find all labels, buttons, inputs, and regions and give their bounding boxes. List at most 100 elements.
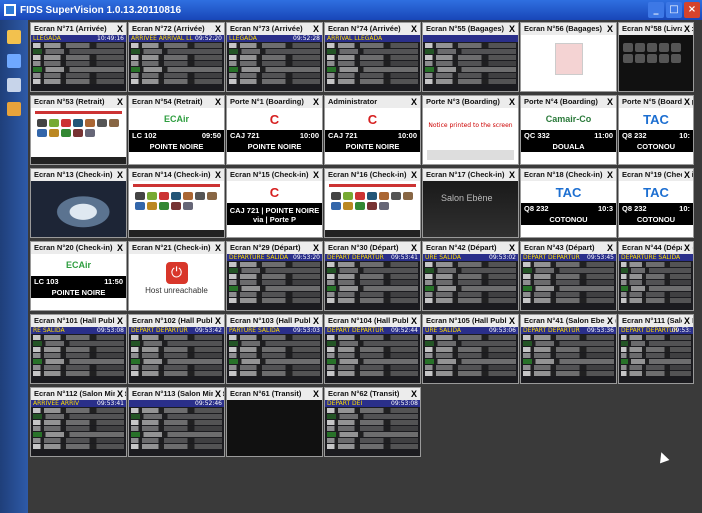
close-icon[interactable]: X — [409, 389, 419, 399]
close-icon[interactable]: X — [115, 24, 125, 34]
close-icon[interactable]: X — [115, 243, 125, 253]
screen-tile[interactable]: Porte N°3 (Boarding) X Notice printed to t… — [422, 95, 519, 165]
screen-tile[interactable]: Porte N°5 (Boarding) X TAC Q8 232 10: COTONOU — [618, 95, 694, 165]
screen-tile[interactable]: Ecran N°53 (Retrait) X — [30, 95, 127, 165]
baggage-icon — [171, 192, 181, 200]
screen-tile[interactable]: Ecran N°102 (Hall Public - C X DEPART DEPA… — [128, 314, 225, 384]
close-icon[interactable]: X — [507, 243, 517, 253]
close-icon[interactable]: X — [605, 243, 615, 253]
board-title: PARTURE SALIDA — [229, 327, 280, 334]
screen-tile[interactable]: Ecran N°101 (Hall Public - C X RE SALIDA 09… — [30, 314, 127, 384]
close-icon[interactable]: X — [682, 97, 692, 107]
screen-tile[interactable]: Ecran N°54 (Retrait) X ECAir LC 102 09:50 POI… — [128, 95, 225, 165]
screen-tile[interactable]: Porte N°1 (Boarding) X C CAJ 721 10:00 POINTE… — [226, 95, 323, 165]
footer-bar — [129, 230, 224, 237]
screen-tile[interactable]: Ecran N°41 (Salon Ebene) X DEPART DEPARTUR… — [520, 314, 617, 384]
close-icon[interactable]: X — [507, 170, 517, 180]
screen-tile[interactable]: Ecran N°42 (Départ) X URE SALIDA 09:53:02 — [422, 241, 519, 311]
close-icon[interactable]: X — [115, 170, 125, 180]
screen-tile[interactable]: Ecran N°29 (Départ) X DEPARTURE SALIDA 09:5… — [226, 241, 323, 311]
folder-icon[interactable] — [7, 30, 21, 44]
close-icon[interactable]: X — [605, 316, 615, 326]
flight-number: QC 332 — [524, 131, 550, 140]
tools-icon[interactable] — [7, 78, 21, 92]
screen-tile[interactable]: Porte N°4 (Boarding) X Camair-Co QC 332 11:0… — [520, 95, 617, 165]
screen-tile[interactable]: Ecran N°112 (Salon Ministe X ARRIVEE ARRIV… — [30, 387, 127, 457]
close-icon[interactable]: X — [311, 316, 321, 326]
screen-tile[interactable]: Ecran N°13 (Check-in) X — [30, 168, 127, 238]
screen-tile[interactable]: Ecran N°72 (Arrivée) X ARRIVEE ARRIVAL LL 0… — [128, 22, 225, 92]
tile-title-text: Ecran N°103 (Hall Public - C — [230, 316, 322, 325]
screen-tile[interactable]: Ecran N°103 (Hall Public - C X PARTURE SAL… — [226, 314, 323, 384]
close-icon[interactable]: X — [507, 97, 517, 107]
board-header: DEPART DEPARTUR 09:53:45 — [521, 254, 616, 261]
board-row — [327, 347, 418, 352]
flight-strip: Q8 232 10:3 COTONOU — [521, 203, 616, 225]
pencil-icon[interactable] — [7, 102, 21, 116]
close-icon[interactable]: X — [682, 170, 692, 180]
close-icon[interactable]: X — [682, 316, 692, 326]
close-window-button[interactable]: × — [684, 2, 700, 18]
board-row — [33, 67, 124, 72]
close-icon[interactable]: X — [311, 97, 321, 107]
close-icon[interactable]: X — [311, 243, 321, 253]
close-icon[interactable]: X — [213, 316, 223, 326]
close-icon[interactable]: X — [115, 316, 125, 326]
screen-tile[interactable]: Ecran N°18 (Check-in) X TAC Q8 232 10:3 COTON… — [520, 168, 617, 238]
close-icon[interactable]: X — [311, 170, 321, 180]
screen-tile[interactable]: Ecran N°105 (Hall Public - C X URE SALIDA 0… — [422, 314, 519, 384]
screen-tile[interactable]: Ecran N°17 (Check-in) X Salon Ebène — [422, 168, 519, 238]
screen-tile[interactable]: Ecran N°15 (Check-in) X C CAJ 721 | POINTE … — [226, 168, 323, 238]
tile-title: Ecran N°111 (Salon MinisteX — [619, 315, 693, 327]
screen-tile[interactable]: Ecran N°58 (Livraison)X — [618, 22, 694, 92]
screen-tile[interactable]: Ecran N°55 (Bagages) X — [422, 22, 519, 92]
screen-tile[interactable]: Ecran N°104 (Hall Public - C X DEPART DEPA… — [324, 314, 421, 384]
screen-tile[interactable]: Ecran N°43 (Départ) X DEPART DEPARTUR 09:53… — [520, 241, 617, 311]
close-icon[interactable]: X — [213, 97, 223, 107]
close-icon[interactable]: X — [311, 389, 321, 399]
maximize-button[interactable]: □ — [666, 2, 682, 18]
screen-tile[interactable]: Administrator X C CAJ 721 10:00 POINTE NOIRE — [324, 95, 421, 165]
screen-tile[interactable]: Ecran N°74 (Arrivée) X ARRIVAL LLEGADA — [324, 22, 421, 92]
close-icon[interactable]: X — [605, 24, 615, 34]
screen-tile[interactable]: Ecran N°71 (Arrivée) X LLEGADA 10:49:16 — [30, 22, 127, 92]
close-icon[interactable]: X — [213, 24, 223, 34]
tile-preview: TAC Q8 232 10:3 COTONOU — [521, 181, 616, 237]
close-icon[interactable]: X — [115, 389, 125, 399]
screen-tile[interactable]: Ecran N°44 (Départ) X DEPARTURE SALIDA — [618, 241, 694, 311]
screen-tile[interactable]: Ecran N°16 (Check-in) X — [324, 168, 421, 238]
close-icon[interactable]: X — [409, 97, 419, 107]
close-icon[interactable]: X — [409, 24, 419, 34]
screen-tile[interactable]: Ecran N°19 (Check-in) X TAC Q8 232 10: COTONO… — [618, 168, 694, 238]
baggage-icon — [159, 202, 169, 210]
close-icon[interactable]: X — [213, 389, 223, 399]
screen-tile[interactable]: Ecran N°113 (Salon Ministe X 09:52:46 — [128, 387, 225, 457]
close-icon[interactable]: X — [605, 170, 615, 180]
screen-tile[interactable]: Ecran N°30 (Départ) X DEPART DEPARTUR 09:53… — [324, 241, 421, 311]
close-icon[interactable]: X — [213, 170, 223, 180]
close-icon[interactable]: X — [409, 316, 419, 326]
board-row — [33, 365, 124, 370]
close-icon[interactable]: X — [682, 243, 692, 253]
close-icon[interactable]: X — [213, 243, 223, 253]
monitor-icon[interactable] — [7, 54, 21, 68]
close-icon[interactable]: X — [409, 243, 419, 253]
close-icon[interactable]: X — [311, 24, 321, 34]
screen-tile[interactable]: Ecran N°62 (Transit) X DEPART DEI 09:53:08 — [324, 387, 421, 457]
screen-tile[interactable]: Ecran N°61 (Transit) X — [226, 387, 323, 457]
close-icon[interactable]: X — [409, 170, 419, 180]
minimize-button[interactable]: _ — [648, 2, 664, 18]
screen-tile[interactable]: Ecran N°20 (Check-in) X ECAir LC 103 11:50 PO… — [30, 241, 127, 311]
close-icon[interactable]: X — [605, 97, 615, 107]
screen-tile[interactable]: Ecran N°111 (Salon MinisteXDEPART DEPART… — [618, 314, 694, 384]
screen-tile[interactable]: Ecran N°21 (Check-in) X ⏻ Host unreachable — [128, 241, 225, 311]
screen-tile[interactable]: Ecran N°73 (Arrivée) X LLEGADA 09:52:28 — [226, 22, 323, 92]
close-icon[interactable]: X — [682, 24, 692, 34]
board-row — [131, 414, 222, 419]
screen-tile[interactable]: Ecran N°14 (Check-in) X — [128, 168, 225, 238]
close-icon[interactable]: X — [115, 97, 125, 107]
board-row — [33, 49, 124, 54]
screen-tile[interactable]: Ecran N°56 (Bagages) X — [520, 22, 617, 92]
close-icon[interactable]: X — [507, 24, 517, 34]
close-icon[interactable]: X — [507, 316, 517, 326]
